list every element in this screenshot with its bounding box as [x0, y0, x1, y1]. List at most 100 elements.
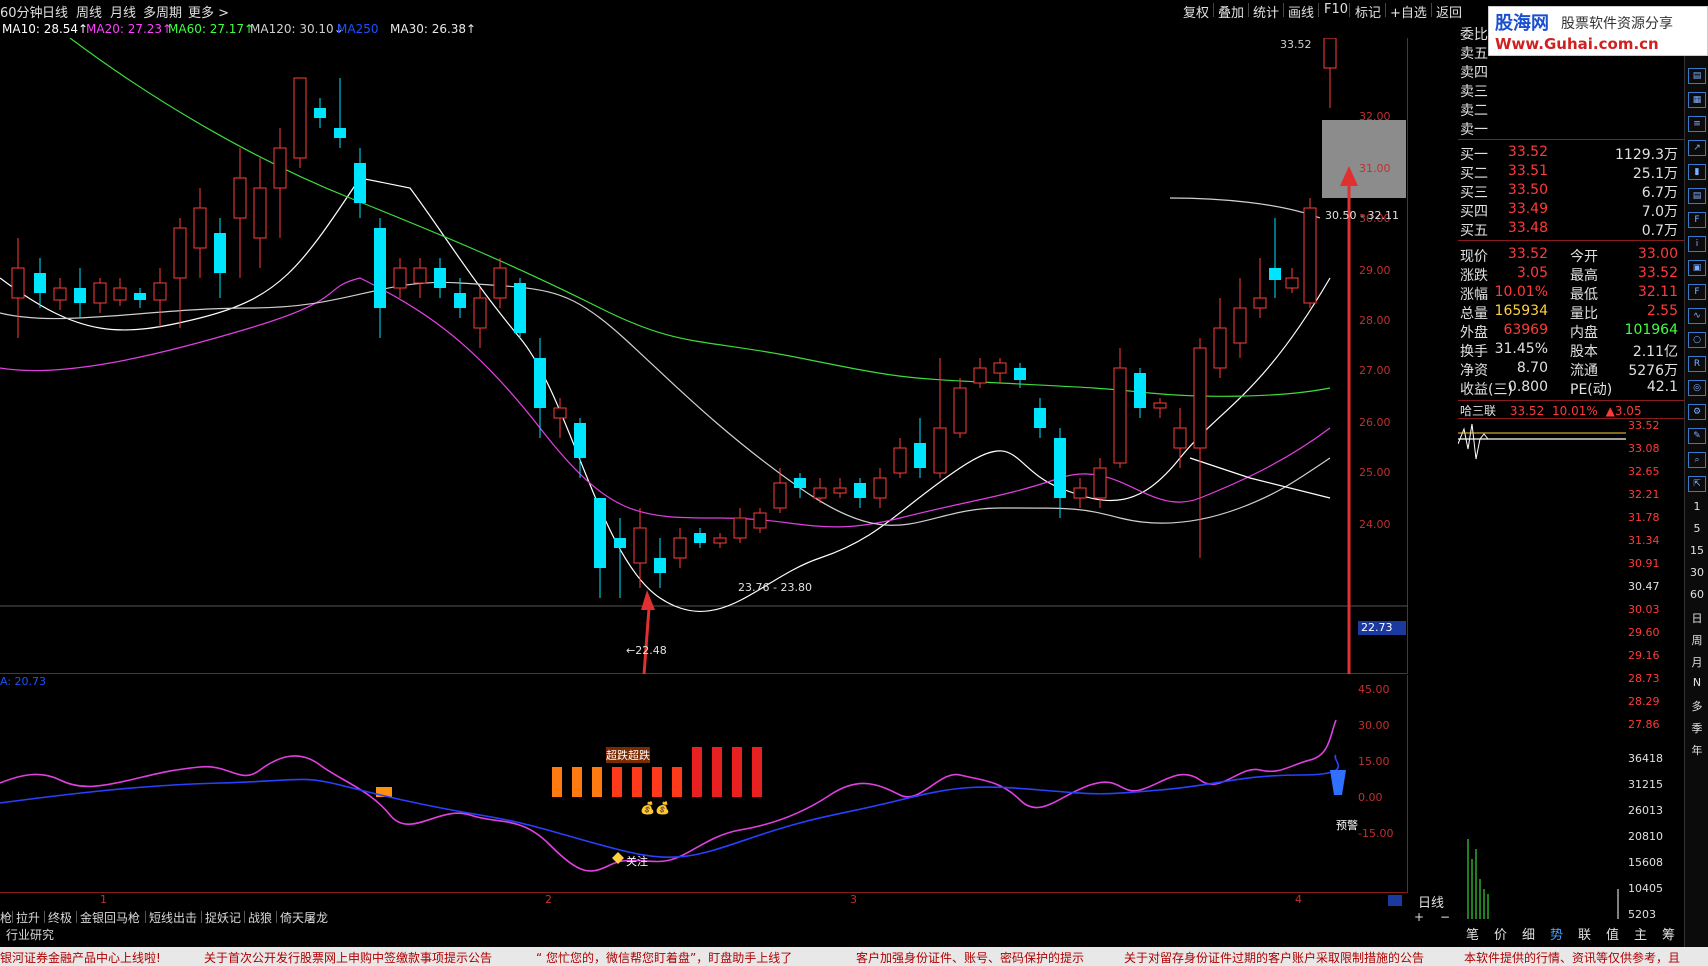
- tab-detail[interactable]: 细: [1522, 924, 1535, 943]
- chart-icon[interactable]: ▤: [1688, 68, 1706, 84]
- period-shortcut[interactable]: 15: [1688, 544, 1706, 557]
- adjust-button[interactable]: 复权: [1183, 2, 1209, 21]
- buy-row[interactable]: 买一 33.52 1129.3万: [1458, 144, 1684, 163]
- osc-axis-label: 15.00: [1358, 755, 1390, 768]
- tab-weekly[interactable]: 周线: [76, 2, 102, 21]
- toolbar-divider: [1431, 3, 1432, 17]
- trend-icon[interactable]: ↗: [1688, 140, 1706, 156]
- pen-icon[interactable]: ✎: [1688, 428, 1706, 444]
- bar-chart-icon[interactable]: ▮: [1688, 164, 1706, 180]
- buy-row[interactable]: 买四 33.49 7.0万: [1458, 201, 1684, 220]
- candles-group: [11, 38, 1337, 598]
- tab-monthly[interactable]: 月线: [110, 2, 136, 21]
- tab-multi-period[interactable]: 多周期: [143, 2, 182, 21]
- period-shortcut[interactable]: 年: [1688, 742, 1706, 758]
- intraday-chart[interactable]: 33.52 33.08 32.65 32.21 31.78 31.34 30.91 30.47…: [1458, 418, 1684, 921]
- oscillator-chart[interactable]: A: 20.73 超跌超跌 关注 预警 💰💰 45.00 30.00 15.00…: [0, 675, 1408, 893]
- toolbar-divider: [1318, 3, 1319, 17]
- indicator-tab[interactable]: 捉妖记: [205, 909, 241, 926]
- industry-research-tab[interactable]: 行业研究: [0, 926, 54, 942]
- period-shortcut[interactable]: N: [1688, 676, 1706, 689]
- oscillator-svg: [0, 719, 1346, 872]
- list-icon[interactable]: ≡: [1688, 116, 1706, 132]
- line-icon[interactable]: ∿: [1688, 308, 1706, 324]
- calendar-icon[interactable]: ▣: [1688, 260, 1706, 276]
- indicator-tab[interactable]: 终极: [48, 909, 72, 926]
- news-item[interactable]: 银河证券金融产品中心上线啦!: [0, 949, 161, 966]
- tab-60min[interactable]: 60分钟: [0, 2, 43, 21]
- intraday-volume-axis-label: 10405: [1628, 882, 1663, 895]
- indicator-tab[interactable]: 枪: [0, 909, 12, 926]
- add-watchlist-button[interactable]: +自选: [1390, 2, 1427, 21]
- news-item[interactable]: 客户加强身份证件、账号、密码保护的提示: [856, 949, 1084, 966]
- buy-row[interactable]: 买三 33.50 6.7万: [1458, 182, 1684, 201]
- indicator-tab[interactable]: 金银回马枪: [80, 909, 140, 926]
- tab-tick[interactable]: 笔: [1466, 924, 1479, 943]
- period-shortcut[interactable]: 周: [1688, 632, 1706, 648]
- news-item[interactable]: “ 您忙您的，微信帮您盯着盘”，盯盘助手上线了: [536, 949, 792, 966]
- intraday-price-axis-label: 33.08: [1628, 442, 1660, 455]
- overlay-button[interactable]: 叠加: [1218, 2, 1244, 21]
- stat-row: 现价 33.52 今开 33.00: [1460, 246, 1678, 265]
- mark-button[interactable]: 标记: [1355, 2, 1381, 21]
- tab-more[interactable]: 更多 >: [188, 2, 229, 21]
- tab-daily[interactable]: 日线: [42, 2, 68, 21]
- period-shortcut[interactable]: 30: [1688, 566, 1706, 579]
- candle-body: [273, 147, 287, 189]
- settings-icon[interactable]: ⚙: [1688, 404, 1706, 420]
- f10-button[interactable]: F10: [1324, 2, 1348, 17]
- candle-body: [1093, 467, 1107, 499]
- tab-chips[interactable]: 筹: [1662, 924, 1675, 943]
- period-shortcut[interactable]: 多: [1688, 698, 1706, 714]
- tab-link[interactable]: 联: [1578, 924, 1591, 943]
- indicator-tab[interactable]: 短线出击: [149, 909, 197, 926]
- circle-icon[interactable]: ○: [1688, 332, 1706, 348]
- buy-row[interactable]: 买二 33.51 25.1万: [1458, 163, 1684, 182]
- ma120-line: [1169, 197, 1321, 219]
- period-label[interactable]: 日线: [1418, 892, 1444, 911]
- stats-button[interactable]: 统计: [1253, 2, 1279, 21]
- tab-main[interactable]: 主: [1634, 924, 1647, 943]
- scroll-thumb[interactable]: [1388, 895, 1402, 906]
- indicator-tab[interactable]: 战狼: [248, 909, 272, 926]
- period-shortcut[interactable]: 1: [1688, 500, 1706, 513]
- candle-body: [654, 558, 666, 573]
- candle-body: [753, 512, 767, 529]
- buy-row[interactable]: 买五 33.48 0.7万: [1458, 220, 1684, 239]
- target-icon[interactable]: ◎: [1688, 380, 1706, 396]
- signal-bars-group: [552, 747, 762, 797]
- period-shortcut[interactable]: 60: [1688, 588, 1706, 601]
- tab-trend[interactable]: 势: [1550, 924, 1563, 943]
- info-icon[interactable]: i: [1688, 236, 1706, 252]
- rsi-icon[interactable]: R: [1688, 356, 1706, 372]
- draw-line-button[interactable]: 画线: [1288, 2, 1314, 21]
- period-shortcut[interactable]: 日: [1688, 610, 1706, 626]
- tab-value[interactable]: 值: [1606, 924, 1619, 943]
- candlestick-chart[interactable]: 32.00 31.00 30.00 29.00 28.00 27.00 26.0…: [0, 38, 1408, 674]
- zoom-out-button[interactable]: −: [1440, 910, 1450, 924]
- candle-body: [1303, 207, 1317, 304]
- back-button[interactable]: 返回: [1436, 2, 1462, 21]
- period-shortcut[interactable]: 季: [1688, 720, 1706, 736]
- news-item[interactable]: 关于首次公开发行股票网上申购中签缴款事项提示公告: [204, 949, 492, 966]
- ma-short-line: [1189, 457, 1331, 499]
- stat-row: 涨跌 3.05 最高 33.52: [1460, 265, 1678, 284]
- grid-icon[interactable]: ▦: [1688, 92, 1706, 108]
- export-icon[interactable]: ⇱: [1688, 476, 1706, 492]
- document-icon[interactable]: F: [1688, 212, 1706, 228]
- period-shortcut[interactable]: 月: [1688, 654, 1706, 670]
- news-item[interactable]: 关于对留存身份证件过期的客户账户采取限制措施的公告: [1124, 949, 1424, 966]
- tab-price[interactable]: 价: [1494, 924, 1507, 943]
- financial-icon[interactable]: F: [1688, 284, 1706, 300]
- tab-divider: [44, 911, 45, 923]
- news-item[interactable]: 本软件提供的行情、资讯等仅供参考，且: [1464, 949, 1680, 966]
- zoom-in-button[interactable]: +: [1414, 910, 1424, 924]
- indicator-tab[interactable]: 倚天屠龙: [280, 909, 328, 926]
- period-shortcut[interactable]: 5: [1688, 522, 1706, 535]
- intraday-volume-axis-label: 15608: [1628, 856, 1663, 869]
- candle-body: [1034, 408, 1046, 428]
- table-icon[interactable]: ▤: [1688, 188, 1706, 204]
- x-axis-label: 2: [545, 893, 552, 906]
- magnify-icon[interactable]: ⌕: [1688, 452, 1706, 468]
- indicator-tab[interactable]: 拉升: [16, 909, 40, 926]
